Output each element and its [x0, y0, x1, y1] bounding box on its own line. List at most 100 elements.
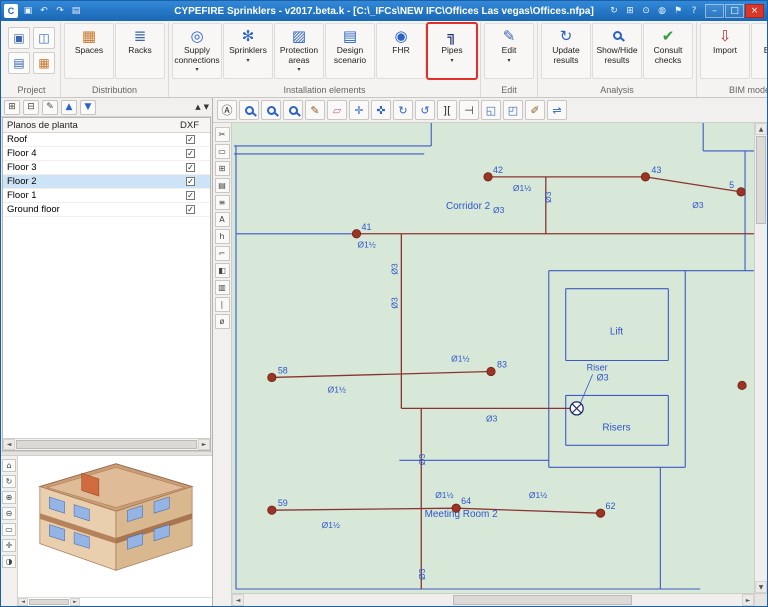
- layers-icon[interactable]: ▤: [215, 178, 230, 193]
- orbit-icon[interactable]: ↻: [2, 475, 16, 488]
- edit-pencil-icon[interactable]: ✎: [305, 100, 325, 120]
- racks-button[interactable]: ≣Racks: [115, 23, 165, 79]
- shading-icon[interactable]: ◑: [2, 555, 16, 568]
- sort-down-icon[interactable]: ▼: [204, 103, 209, 111]
- sprinkler-node[interactable]: [352, 230, 360, 238]
- rotate-copy-icon[interactable]: ↺: [415, 100, 435, 120]
- dxf-checkbox[interactable]: ✓: [186, 149, 195, 158]
- move-icon[interactable]: ✛: [349, 100, 369, 120]
- floor-row-floor-2[interactable]: Floor 2✓: [3, 175, 210, 189]
- scroll-down-icon[interactable]: ▼: [755, 581, 767, 593]
- line-icon[interactable]: ∣: [215, 297, 230, 312]
- copy-icon[interactable]: ◰: [503, 100, 523, 120]
- stretch-icon[interactable]: ][: [437, 100, 457, 120]
- scroll-left-icon[interactable]: ◄: [18, 598, 28, 606]
- show-hide-results-button[interactable]: Show/Hide results: [592, 23, 642, 79]
- flag-icon[interactable]: ⚑: [671, 5, 685, 18]
- scroll-right-icon[interactable]: ►: [198, 439, 210, 450]
- sprinkler-node[interactable]: [484, 173, 492, 181]
- trim-icon[interactable]: ⊣: [459, 100, 479, 120]
- dxf-checkbox[interactable]: ✓: [186, 177, 195, 186]
- protection-areas-button[interactable]: ▨Protection areas▾: [274, 23, 324, 79]
- scroll-left-icon[interactable]: ◄: [3, 439, 15, 450]
- floor-plan-viewport[interactable]: Corridor 2Ø3Ø1½Ø3Ø1½Ø3Ø3Ø3Ø1½Ø1½Ø3Ø3Ø3Ø1…: [232, 123, 754, 593]
- redo-icon[interactable]: ↷: [53, 5, 67, 18]
- zoom-text-icon[interactable]: Ⓐ: [217, 100, 237, 120]
- scroll-thumb[interactable]: [453, 595, 632, 605]
- edit-plan-icon[interactable]: ✎: [42, 100, 58, 115]
- hatch-icon[interactable]: ▥: [215, 280, 230, 295]
- model-3d-hscrollbar[interactable]: ◄ ►: [18, 597, 212, 606]
- export-button[interactable]: ⇧Export: [751, 23, 768, 79]
- dxf-checkbox[interactable]: ✓: [186, 135, 195, 144]
- diameter-icon[interactable]: ø: [215, 314, 230, 329]
- mirror-icon[interactable]: ⇌: [547, 100, 567, 120]
- canvas-vscrollbar[interactable]: ▲ ▼: [754, 123, 767, 593]
- undo-icon[interactable]: ↶: [37, 5, 51, 18]
- dxf-checkbox[interactable]: ✓: [186, 163, 195, 172]
- resources-icon[interactable]: ▦: [33, 52, 55, 74]
- design-scenario-button[interactable]: ▤Design scenario: [325, 23, 375, 79]
- floor-list-hscrollbar[interactable]: ◄ ►: [3, 438, 210, 450]
- sprinkler-node[interactable]: [268, 506, 276, 514]
- close-button[interactable]: ×: [745, 4, 764, 18]
- move-down-icon[interactable]: ▼: [80, 100, 96, 115]
- floor-row-floor-1[interactable]: Floor 1✓: [3, 189, 210, 203]
- sprinkler-node[interactable]: [268, 373, 276, 381]
- fhr-button[interactable]: ◉FHR: [376, 23, 426, 79]
- height-icon[interactable]: h: [215, 229, 230, 244]
- move-point-icon[interactable]: ✜: [371, 100, 391, 120]
- dxf-checkbox[interactable]: ✓: [186, 191, 195, 200]
- rectangle-icon[interactable]: ▭: [215, 144, 230, 159]
- open-job-icon[interactable]: ◫: [33, 27, 55, 49]
- save-icon[interactable]: ▣: [21, 5, 35, 18]
- maximize-button[interactable]: □: [725, 4, 744, 18]
- pin-icon[interactable]: ✐: [525, 100, 545, 120]
- sprinkler-node[interactable]: [641, 173, 649, 181]
- sprinkler-node[interactable]: [737, 188, 745, 196]
- building-3d-preview[interactable]: [18, 456, 212, 597]
- save-job-icon[interactable]: ▤: [8, 52, 30, 74]
- angle-icon[interactable]: ⌐: [215, 246, 230, 261]
- spaces-button[interactable]: ▦Spaces: [64, 23, 114, 79]
- dxf-checkbox[interactable]: ✓: [186, 205, 195, 214]
- floor-plan-drawing[interactable]: Corridor 2Ø3Ø1½Ø3Ø1½Ø3Ø3Ø3Ø1½Ø1½Ø3Ø3Ø3Ø1…: [232, 123, 754, 593]
- fill-icon[interactable]: ◧: [215, 263, 230, 278]
- cut-icon[interactable]: ✂: [215, 127, 230, 142]
- erase-icon[interactable]: ▱: [327, 100, 347, 120]
- rotate-icon[interactable]: ↻: [393, 100, 413, 120]
- sprinklers-button[interactable]: ✻Sprinklers▾: [223, 23, 273, 79]
- supply-connections-button[interactable]: ◎Supply connections▾: [172, 23, 222, 79]
- sprinkler-node[interactable]: [738, 381, 746, 389]
- delete-plan-icon[interactable]: ⊟: [23, 100, 39, 115]
- floor-row-ground-floor[interactable]: Ground floor✓: [3, 203, 210, 217]
- floor-row-floor-4[interactable]: Floor 4✓: [3, 147, 210, 161]
- edit-button[interactable]: ✎Edit▾: [484, 23, 534, 79]
- help-icon[interactable]: ?: [687, 5, 701, 18]
- import-button[interactable]: ⇩Import: [700, 23, 750, 79]
- globe-icon[interactable]: ◍: [655, 5, 669, 18]
- floor-row-roof[interactable]: Roof✓: [3, 133, 210, 147]
- window-layout-icon[interactable]: ⊞: [623, 5, 637, 18]
- zoom-extents-icon[interactable]: [283, 100, 303, 120]
- update-results-button[interactable]: ↻Update results: [541, 23, 591, 79]
- minimize-button[interactable]: –: [705, 4, 724, 18]
- scroll-thumb[interactable]: [29, 599, 69, 605]
- sprinkler-node[interactable]: [487, 367, 495, 375]
- scroll-up-icon[interactable]: ▲: [755, 123, 767, 135]
- zoom-window-icon[interactable]: [239, 100, 259, 120]
- pipes-button[interactable]: ╗Pipes▾: [427, 23, 477, 79]
- scroll-thumb[interactable]: [16, 440, 197, 449]
- zoom-window-icon[interactable]: ▭: [2, 523, 16, 536]
- new-job-icon[interactable]: ▣: [8, 27, 30, 49]
- sort-up-icon[interactable]: ▲: [195, 103, 200, 111]
- zoom-in-icon[interactable]: ⊕: [2, 491, 16, 504]
- search-icon[interactable]: ⊙: [639, 5, 653, 18]
- app-icon[interactable]: C: [4, 4, 18, 18]
- move-up-icon[interactable]: ▲: [61, 100, 77, 115]
- sync-icon[interactable]: ↻: [607, 5, 621, 18]
- sprinkler-node[interactable]: [452, 504, 460, 512]
- grid-icon[interactable]: ⊞: [215, 161, 230, 176]
- text-icon[interactable]: A: [215, 212, 230, 227]
- floor-row-floor-3[interactable]: Floor 3✓: [3, 161, 210, 175]
